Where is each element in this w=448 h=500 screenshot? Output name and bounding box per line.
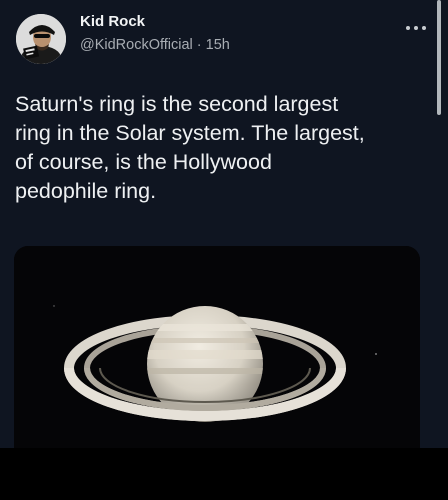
saturn-image: [14, 246, 420, 448]
tweet: Kid Rock @KidRockOfficial · 15h Saturn's…: [0, 0, 448, 448]
author-name[interactable]: Kid Rock: [80, 13, 145, 30]
tweet-media[interactable]: [14, 246, 420, 448]
bottom-black-bar: [0, 448, 448, 500]
scrollbar[interactable]: [437, 0, 441, 115]
author-handle-timestamp[interactable]: @KidRockOfficial · 15h: [80, 37, 230, 53]
more-options-button[interactable]: [402, 20, 430, 36]
avatar-image: [16, 14, 66, 64]
ellipsis-icon: [406, 26, 426, 30]
avatar[interactable]: [16, 14, 66, 64]
tweet-text: Saturn's ring is the second largest ring…: [15, 92, 365, 203]
